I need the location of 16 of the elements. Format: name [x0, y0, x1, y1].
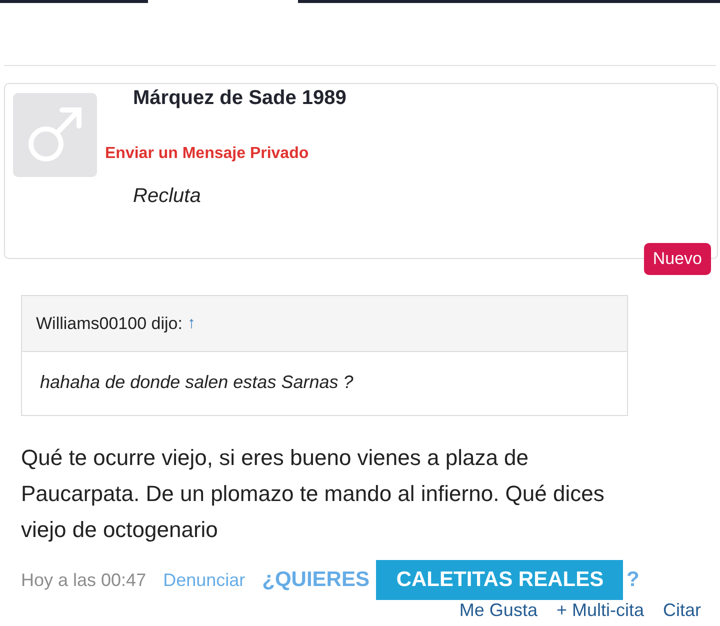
action-link[interactable]: Me Gusta — [459, 600, 538, 621]
report-link[interactable]: Denunciar — [163, 570, 246, 590]
private-message-link[interactable]: Enviar un Mensaje Privado — [105, 145, 346, 163]
user-rank: Recluta — [133, 185, 202, 208]
new-badge: Nuevo — [644, 243, 711, 275]
action-link[interactable]: + Multi-cita — [556, 600, 644, 621]
username: Márquez de Sade 1989 — [133, 87, 346, 110]
quote-text: hahaha de donde salen estas Sarnas ? — [39, 371, 354, 394]
jump-link[interactable]: ↑ — [187, 314, 196, 332]
post-time: Hoy a las 00:47 — [21, 570, 146, 590]
message-text: Qué te ocurre viejo, si eres bueno vienes a plaza de Paucarpata. De un plomazo te mando al infierno. Qué dices viejo de octogenario — [21, 444, 606, 544]
ad-text: ¿QUIERES — [262, 568, 370, 592]
ad-text: ? — [626, 568, 640, 592]
ad-button[interactable]: CALETITAS REALES — [376, 560, 624, 600]
action-link[interactable]: Citar — [662, 600, 701, 621]
quote-author: Williams00100 dijo: — [36, 314, 182, 334]
